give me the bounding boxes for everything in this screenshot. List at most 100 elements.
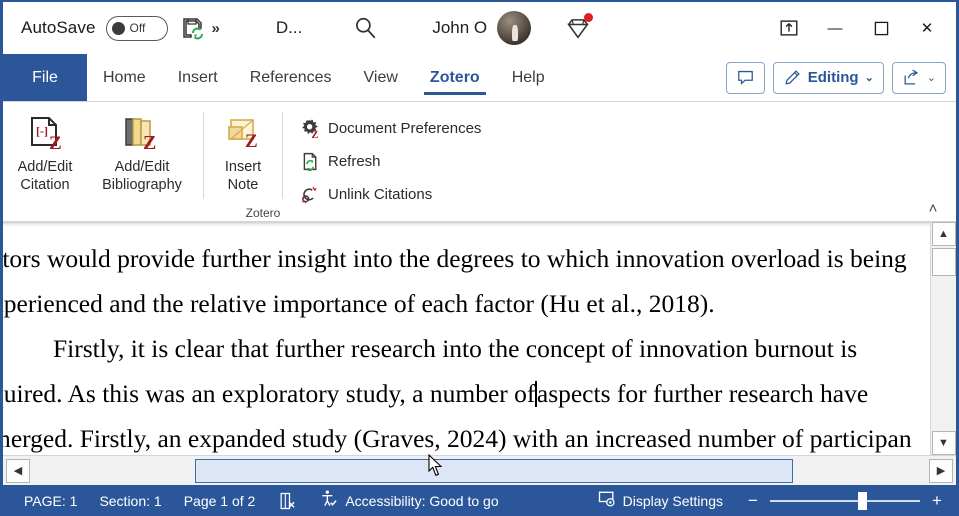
add-edit-citation-label-2: Citation [20,176,70,193]
ribbon-tabs: File Home Insert References View Zotero … [3,54,956,102]
ribbon-collapse-icon[interactable]: ˄ [920,197,946,219]
doc-line-4a: quired. As this was an exploratory study… [3,379,536,408]
ribbon-tab-actions: Editing ⌄ ⌄ [725,54,956,101]
zoom-thumb[interactable] [858,491,867,510]
minimize-button[interactable]: — [812,6,858,50]
editing-mode-button[interactable]: Editing ⌄ [772,61,884,94]
doc-line-2: xperienced and the relative importance o… [3,289,715,318]
insert-note-label-2: Note [227,176,259,193]
tab-insert[interactable]: Insert [162,54,234,101]
document-area: ctors would provide further insight into… [3,222,956,455]
add-edit-citation-button[interactable]: [-] Z Add/Edit Citation [3,106,87,221]
tab-help[interactable]: Help [496,54,561,101]
tab-references[interactable]: References [234,54,348,101]
status-accessibility[interactable]: Accessibility: Good to go [308,489,509,512]
tab-zotero[interactable]: Zotero [414,54,496,101]
horizontal-scrollbar[interactable]: ◀ ▶ [3,455,956,485]
document-page[interactable]: ctors would provide further insight into… [3,222,930,455]
zotero-commands: Z Document Preferences Refresh Unlink Ci… [289,106,487,221]
ribbon-zotero-group: [-] Z Add/Edit Citation Z Add/Edit Bibli… [3,102,956,222]
share-up-icon[interactable] [766,6,812,50]
svg-text:Z: Z [143,132,156,154]
accessibility-icon [319,489,339,512]
svg-text:[-]: [-] [36,124,48,138]
svg-text:Z: Z [49,133,62,154]
search-icon[interactable] [350,13,380,43]
add-edit-bibliography-label-2: Bibliography [102,176,182,193]
status-section[interactable]: Section: 1 [88,493,172,509]
zoom-out-button[interactable]: − [744,491,762,511]
doc-line-1: ctors would provide further insight into… [3,244,907,273]
document-preferences-icon: Z [299,117,321,139]
zoom-track[interactable] [770,491,920,510]
horizontal-scroll-track[interactable] [30,458,929,484]
refresh-icon [299,150,321,172]
insert-note-button[interactable]: Z Insert Note [210,106,276,221]
close-button[interactable]: ✕ [904,6,950,50]
svg-text:Z: Z [245,131,258,152]
status-page-indicator[interactable]: PAGE: 1 [13,493,88,509]
status-page-of[interactable]: Page 1 of 2 [173,493,267,509]
document-title[interactable]: D... [276,18,302,38]
status-bar-right: Display Settings − + [586,489,946,512]
comments-button[interactable] [725,61,765,94]
autosave-toggle-knob [111,21,125,35]
add-edit-citation-icon: [-] Z [23,112,67,158]
scroll-down-button[interactable]: ▼ [931,431,956,455]
zoom-in-button[interactable]: + [928,491,946,511]
autosave-toggle[interactable]: Off [105,15,168,41]
proofing-errors-icon[interactable] [266,491,308,511]
unlink-citations-icon [299,183,321,205]
save-sync-icon[interactable] [178,13,208,43]
window-controls: — ✕ [766,6,950,50]
tab-home[interactable]: Home [87,54,162,101]
doc-line-5: merged. Firstly, an expanded study (Grav… [3,424,912,453]
add-edit-bibliography-button[interactable]: Z Add/Edit Bibliography [87,106,197,221]
display-settings-button[interactable]: Display Settings [586,489,734,512]
autosave-label: AutoSave [21,18,96,37]
unlink-citations-button[interactable]: Unlink Citations [297,180,487,208]
refresh-label: Refresh [328,152,381,170]
refresh-button[interactable]: Refresh [297,147,487,175]
vertical-scrollbar[interactable]: ▲ ▼ [930,222,956,455]
share-button[interactable]: ⌄ [891,61,946,94]
tab-view[interactable]: View [348,54,414,101]
scroll-right-button[interactable]: ▶ [929,458,953,483]
autosave-state-label: Off [129,21,146,35]
avatar[interactable] [497,11,532,45]
zotero-group: [-] Z Add/Edit Citation Z Add/Edit Bibli… [3,102,523,221]
add-edit-citation-label-1: Add/Edit [17,159,73,175]
svg-text:Z: Z [311,130,318,139]
add-edit-bibliography-icon: Z [119,112,165,158]
doc-line-4b: aspects for further research have [536,379,869,408]
insert-note-label-1: Insert [224,159,262,175]
unlink-citations-label: Unlink Citations [328,185,433,203]
horizontal-scroll-thumb[interactable] [195,458,793,483]
document-preferences-label: Document Preferences [328,119,482,137]
ribbon-divider-2 [282,112,283,199]
scroll-up-button[interactable]: ▲ [931,222,956,246]
insert-note-icon: Z [222,112,264,158]
maximize-button[interactable] [858,6,904,50]
doc-line-4: quired. As this was an exploratory study… [3,371,908,416]
ribbon-group-label: Zotero [245,206,281,220]
word-window: AutoSave Off » D... John O — ✕ File Home… [0,0,959,516]
chevron-down-icon: ⌄ [864,72,874,84]
document-text: ctors would provide further insight into… [3,236,912,455]
vertical-scroll-thumb[interactable] [931,248,956,276]
account-name[interactable]: John O [432,18,487,38]
tab-file[interactable]: File [3,54,87,101]
add-edit-bibliography-label-1: Add/Edit [114,159,170,175]
zoom-slider[interactable]: − + [738,491,946,511]
display-settings-label: Display Settings [622,492,723,509]
share-chevron-down-icon: ⌄ [926,72,936,84]
display-settings-icon [597,489,617,512]
scroll-left-button[interactable]: ◀ [6,458,30,483]
editing-mode-label: Editing [807,69,859,86]
toolbar-overflow-icon[interactable]: » [208,20,224,37]
document-preferences-button[interactable]: Z Document Preferences [297,114,487,142]
doc-line-3: Firstly, it is clear that further resear… [53,334,858,363]
title-bar: AutoSave Off » D... John O — ✕ [3,2,956,54]
ribbon-divider [203,112,204,199]
diamond-icon[interactable] [561,11,595,45]
